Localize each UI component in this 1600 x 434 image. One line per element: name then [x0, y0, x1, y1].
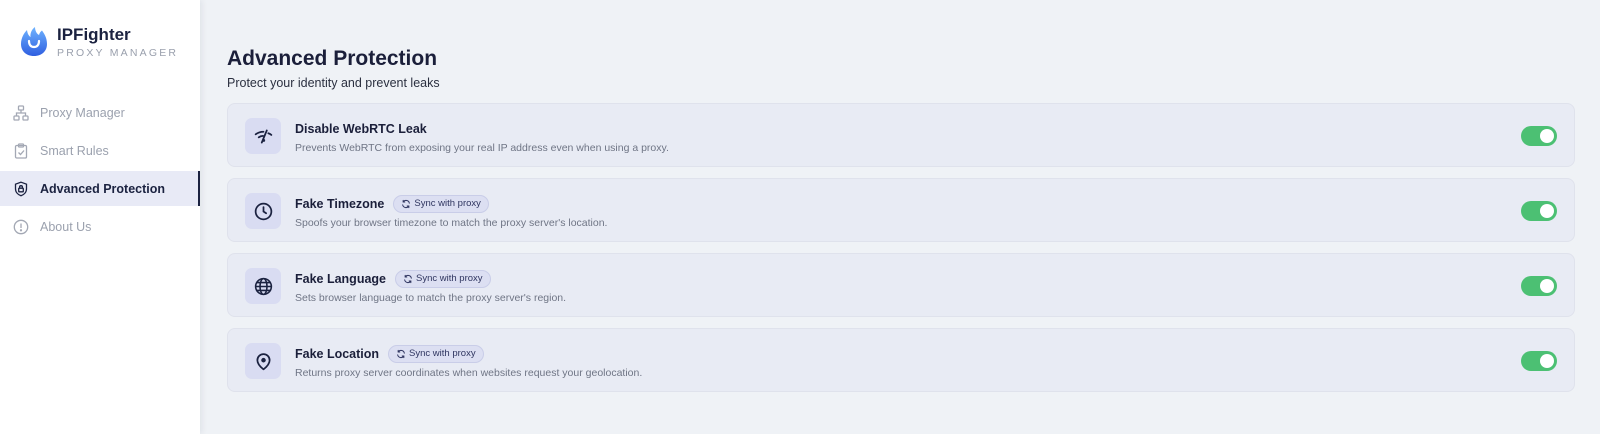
page-subtitle: Protect your identity and prevent leaks	[227, 76, 440, 90]
sidebar-item-label: Proxy Manager	[40, 105, 125, 120]
shield-lock-icon	[13, 181, 29, 197]
info-icon	[13, 219, 29, 235]
sidebar-item-proxy-manager[interactable]: Proxy Manager	[0, 95, 200, 130]
timezone-toggle[interactable]	[1521, 201, 1557, 221]
brand-subtitle: PROXY MANAGER	[57, 47, 179, 59]
sync-badge-label: Sync with proxy	[416, 273, 483, 284]
sidebar-item-label: About Us	[40, 219, 92, 234]
main-content: Advanced Protection Protect your identit…	[227, 46, 1575, 403]
sync-badge-label: Sync with proxy	[414, 198, 481, 209]
webrtc-toggle[interactable]	[1521, 126, 1557, 146]
sidebar: IPFighter PROXY MANAGER Proxy Manager Sm…	[0, 0, 200, 434]
setting-card-language: Fake Language Sync with proxy Sets brows…	[227, 253, 1575, 317]
clock-icon	[245, 193, 281, 229]
location-toggle[interactable]	[1521, 351, 1557, 371]
toggle-knob	[1540, 279, 1554, 293]
sidebar-item-about-us[interactable]: About Us	[0, 209, 200, 244]
sidebar-item-label: Advanced Protection	[40, 181, 166, 196]
location-pin-icon	[245, 343, 281, 379]
globe-icon	[245, 268, 281, 304]
toggle-knob	[1540, 129, 1554, 143]
sync-icon	[397, 349, 405, 358]
setting-title: Fake Timezone	[295, 196, 385, 211]
setting-card-webrtc: Disable WebRTC Leak Prevents WebRTC from…	[227, 103, 1575, 167]
sidebar-item-label: Smart Rules	[40, 143, 109, 158]
logo-icon	[21, 27, 47, 56]
sync-badge: Sync with proxy	[393, 194, 489, 213]
setting-card-location: Fake Location Sync with proxy Returns pr…	[227, 328, 1575, 392]
sync-badge-label: Sync with proxy	[409, 348, 476, 359]
language-toggle[interactable]	[1521, 276, 1557, 296]
setting-description: Spoofs your browser timezone to match th…	[295, 217, 608, 229]
sidebar-item-smart-rules[interactable]: Smart Rules	[0, 133, 200, 168]
setting-title: Fake Language	[295, 271, 386, 286]
sync-icon	[402, 199, 411, 208]
brand[interactable]: IPFighter PROXY MANAGER	[20, 25, 178, 60]
setting-card-timezone: Fake Timezone Sync with proxy Spoofs you…	[227, 178, 1575, 242]
sync-badge: Sync with proxy	[388, 344, 484, 363]
page-title: Advanced Protection	[227, 47, 438, 70]
setting-description: Returns proxy server coordinates when we…	[295, 367, 643, 379]
setting-description: Prevents WebRTC from exposing your real …	[295, 142, 669, 154]
network-icon	[13, 104, 29, 121]
sync-icon	[404, 274, 412, 283]
sidebar-item-advanced-protection[interactable]: Advanced Protection	[0, 171, 200, 206]
toggle-knob	[1540, 354, 1554, 368]
toggle-knob	[1540, 204, 1554, 218]
setting-title: Fake Location	[295, 346, 380, 361]
setting-title: Disable WebRTC Leak	[295, 121, 427, 136]
clipboard-icon	[13, 142, 29, 159]
wifi-off-icon	[245, 118, 281, 154]
sidebar-nav: Proxy Manager Smart Rules Advanced Prote…	[0, 95, 200, 247]
protection-settings-list: Disable WebRTC Leak Prevents WebRTC from…	[227, 103, 1575, 392]
sync-badge: Sync with proxy	[395, 269, 491, 288]
setting-description: Sets browser language to match the proxy…	[295, 292, 567, 304]
brand-name: IPFighter	[57, 25, 131, 44]
